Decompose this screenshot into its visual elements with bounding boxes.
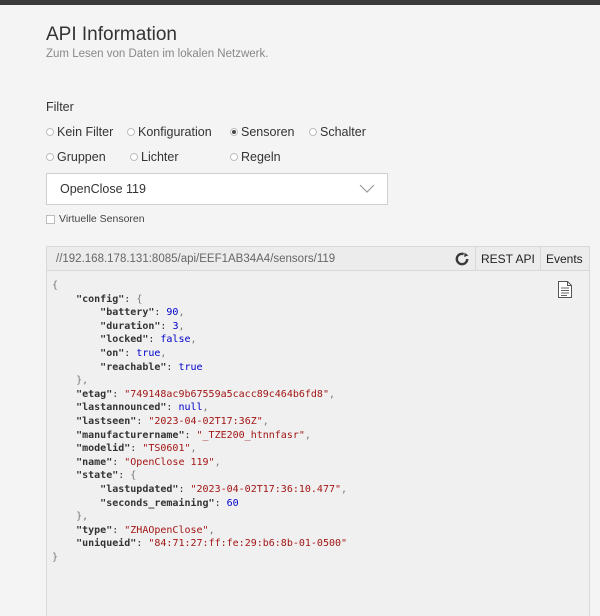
refresh-icon[interactable] [455, 252, 469, 271]
rest-api-tab[interactable]: REST API [481, 252, 535, 266]
device-select-value: OpenClose 119 [60, 182, 146, 196]
radio-circle-icon [309, 128, 317, 136]
json-response: { "config": { "battery": 90, "duration":… [52, 280, 348, 563]
virtual-sensors-label: Virtuelle Sensoren [59, 213, 145, 225]
chevron-down-icon [359, 182, 375, 197]
checkbox-icon [46, 214, 55, 224]
device-select[interactable]: OpenClose 119 [46, 173, 388, 205]
filter-label: Filter [46, 100, 74, 114]
radio-label: Gruppen [57, 150, 106, 164]
api-url[interactable]: //192.168.178.131:8085/api/EEF1AB34A4/se… [56, 253, 335, 265]
radio-sensoren[interactable]: Sensoren [230, 125, 295, 139]
radio-label: Kein Filter [57, 125, 114, 139]
radio-label: Konfiguration [138, 125, 212, 139]
radio-circle-icon [127, 128, 135, 136]
api-url-bar: //192.168.178.131:8085/api/EEF1AB34A4/se… [46, 246, 590, 271]
radio-label: Lichter [141, 150, 179, 164]
radio-circle-icon [46, 128, 54, 136]
radio-circle-icon [230, 153, 238, 161]
radio-circle-icon [46, 153, 54, 161]
page-subtitle: Zum Lesen von Daten im lokalen Netzwerk. [46, 48, 269, 60]
radio-lichter[interactable]: Lichter [130, 150, 179, 164]
radio-regeln[interactable]: Regeln [230, 150, 281, 164]
radio-schalter[interactable]: Schalter [309, 125, 366, 139]
radio-label: Schalter [320, 125, 366, 139]
page-title: API Information [46, 24, 177, 45]
radio-circle-icon [230, 128, 238, 136]
divider [540, 247, 541, 270]
divider [475, 247, 476, 270]
radio-konfiguration[interactable]: Konfiguration [127, 125, 212, 139]
virtual-sensors-checkbox[interactable]: Virtuelle Sensoren [46, 213, 145, 225]
radio-label: Regeln [241, 150, 281, 164]
copy-document-icon[interactable] [557, 280, 573, 304]
radio-gruppen[interactable]: Gruppen [46, 150, 106, 164]
radio-kein-filter[interactable]: Kein Filter [46, 125, 113, 139]
radio-circle-icon [130, 153, 138, 161]
radio-label: Sensoren [241, 125, 295, 139]
events-tab[interactable]: Events [546, 252, 583, 266]
top-bar [0, 0, 600, 5]
json-response-panel: { "config": { "battery": 90, "duration":… [46, 271, 590, 616]
